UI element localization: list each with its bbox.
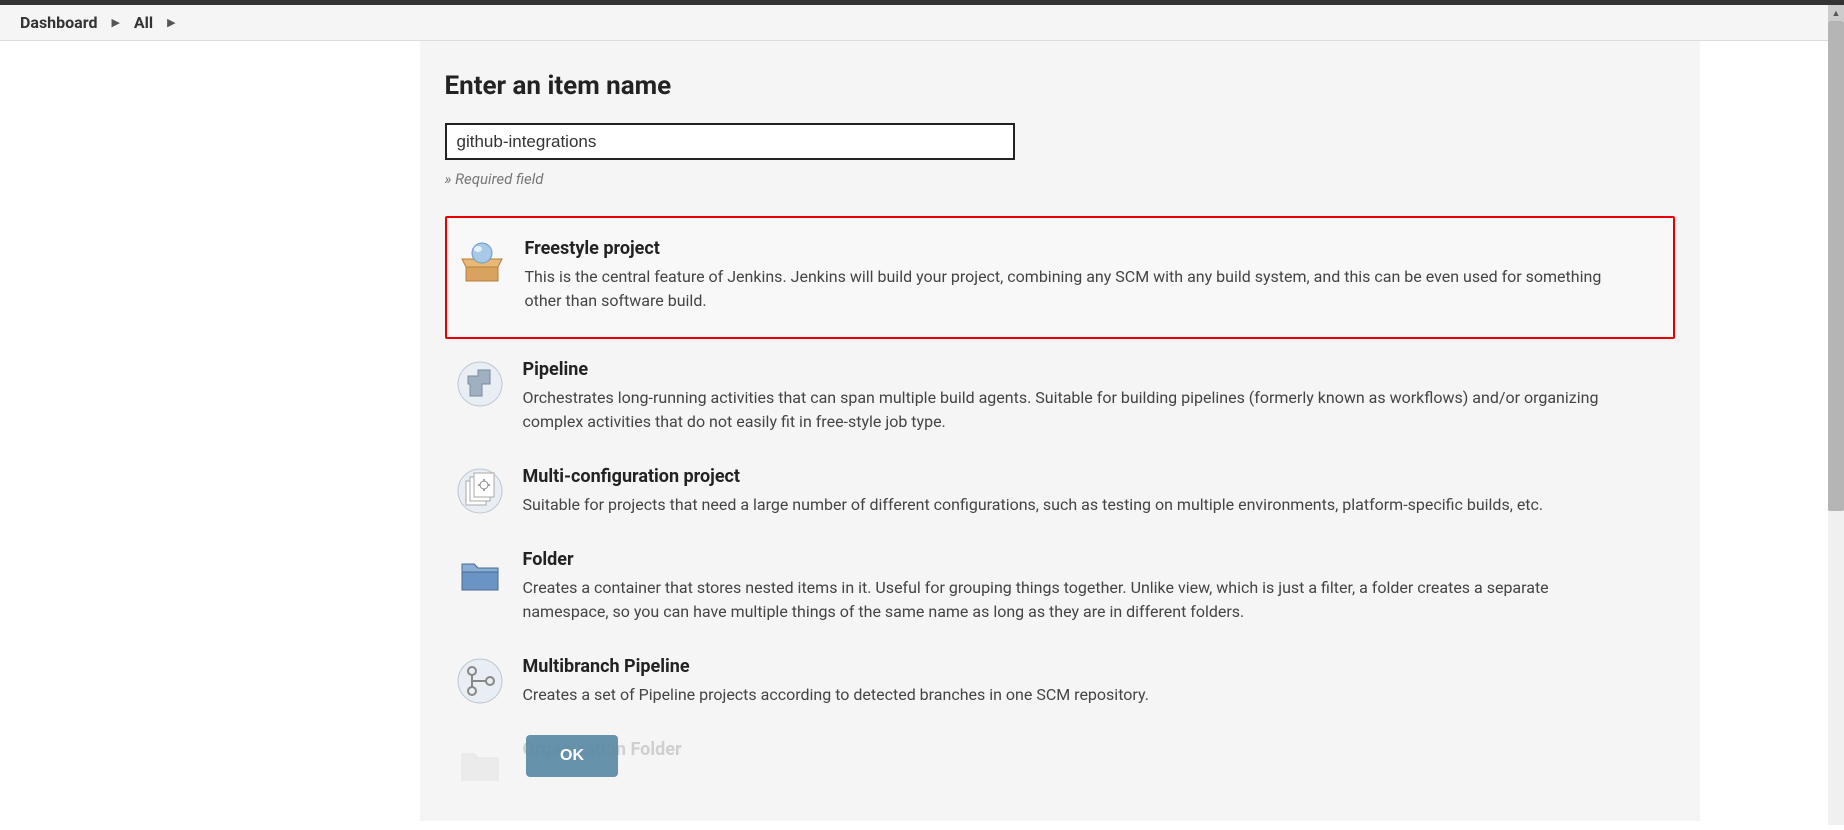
item-text: Organization Folder <box>523 739 1655 766</box>
item-text: Multibranch Pipeline Creates a set of Pi… <box>523 656 1655 707</box>
required-note: » Required field <box>445 170 1675 188</box>
breadcrumb: Dashboard ▶ All ▶ <box>0 5 1844 41</box>
scrollbar-vertical[interactable]: ▲ <box>1828 5 1844 825</box>
breadcrumb-all[interactable]: All <box>134 13 153 32</box>
item-title: Organization Folder <box>523 739 1625 760</box>
folder-icon <box>455 549 505 599</box>
item-folder[interactable]: Folder Creates a container that stores n… <box>445 533 1675 640</box>
item-text: Pipeline Orchestrates long-running activ… <box>523 359 1655 434</box>
item-desc: Suitable for projects that need a large … <box>523 493 1625 517</box>
item-freestyle-project[interactable]: Freestyle project This is the central fe… <box>445 216 1675 339</box>
scroll-thumb[interactable] <box>1828 21 1844 511</box>
content-panel: Enter an item name » Required field Free… <box>420 41 1700 821</box>
item-name-input[interactable] <box>445 123 1015 160</box>
ok-button-overlay: OK <box>460 711 685 801</box>
page-title: Enter an item name <box>445 71 1675 101</box>
item-pipeline[interactable]: Pipeline Orchestrates long-running activ… <box>445 343 1675 450</box>
main-area: Enter an item name » Required field Free… <box>0 41 1844 821</box>
item-multiconfig[interactable]: Multi-configuration project Suitable for… <box>445 450 1675 533</box>
item-title: Pipeline <box>523 359 1625 380</box>
chevron-right-icon: ▶ <box>111 16 119 29</box>
multiconfig-icon <box>455 466 505 516</box>
item-title: Folder <box>523 549 1625 570</box>
scroll-up-icon[interactable]: ▲ <box>1828 5 1844 21</box>
item-desc: This is the central feature of Jenkins. … <box>525 265 1623 313</box>
item-title: Freestyle project <box>525 238 1623 259</box>
item-text: Freestyle project This is the central fe… <box>525 238 1653 313</box>
item-text: Folder Creates a container that stores n… <box>523 549 1655 624</box>
item-text: Multi-configuration project Suitable for… <box>523 466 1655 517</box>
chevron-right-icon: ▶ <box>167 16 175 29</box>
item-title: Multibranch Pipeline <box>523 656 1625 677</box>
breadcrumb-dashboard[interactable]: Dashboard <box>20 13 97 32</box>
pipeline-icon <box>455 359 505 409</box>
item-title: Multi-configuration project <box>523 466 1625 487</box>
item-desc: Orchestrates long-running activities tha… <box>523 386 1625 434</box>
multibranch-icon <box>455 656 505 706</box>
item-desc: Creates a container that stores nested i… <box>523 576 1625 624</box>
freestyle-icon <box>457 238 507 288</box>
ok-button[interactable]: OK <box>526 735 618 777</box>
item-desc: Creates a set of Pipeline projects accor… <box>523 683 1625 707</box>
